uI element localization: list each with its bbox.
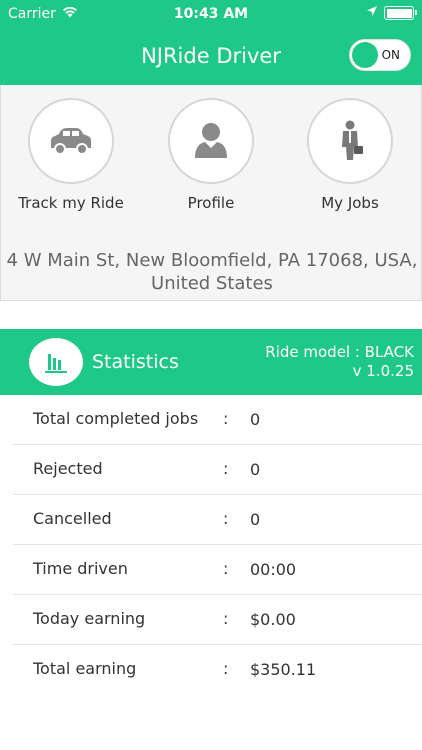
stat-label: Total earning xyxy=(33,659,137,678)
stat-row-today-earning: Today earning : $0.00 xyxy=(13,595,422,645)
nav-label-my-jobs: My Jobs xyxy=(321,194,379,212)
stat-value: $0.00 xyxy=(250,610,296,629)
ride-model-label: Ride model : BLACK xyxy=(265,343,414,361)
toggle-knob xyxy=(352,42,378,68)
stat-label: Today earning xyxy=(33,609,146,628)
nav-my-jobs[interactable]: My Jobs xyxy=(285,98,415,212)
stat-row-total-earning: Total earning : $350.11 xyxy=(13,645,422,695)
stat-separator: : xyxy=(223,659,229,678)
status-bar: Carrier 10:43 AM xyxy=(0,0,422,30)
stat-label: Time driven xyxy=(33,559,128,578)
stat-separator: : xyxy=(223,609,229,628)
online-toggle[interactable]: ON xyxy=(349,39,411,71)
bar-chart-icon xyxy=(29,338,83,386)
stat-row-rejected: Rejected : 0 xyxy=(13,445,422,495)
stat-separator: : xyxy=(223,509,229,528)
stat-separator: : xyxy=(223,559,229,578)
nav-profile[interactable]: Profile xyxy=(146,98,276,212)
stat-value: 00:00 xyxy=(250,560,297,579)
stat-row-cancelled: Cancelled : 0 xyxy=(13,495,422,545)
toggle-label: ON xyxy=(381,48,400,62)
current-address: 4 W Main St, New Bloomfield, PA 17068, U… xyxy=(6,250,418,294)
statistics-title: Statistics xyxy=(92,351,179,373)
ride-model-info: Ride model : BLACK v 1.0.25 xyxy=(265,343,414,381)
nav-label-profile: Profile xyxy=(187,194,235,212)
location-arrow-icon xyxy=(366,5,378,21)
stat-value: $350.11 xyxy=(250,660,317,679)
stat-separator: : xyxy=(223,409,229,428)
stat-label: Total completed jobs xyxy=(33,409,199,428)
top-panel: Track my Ride Profile My Jobs 4 W Main S… xyxy=(0,85,422,301)
stat-label: Cancelled xyxy=(33,509,112,528)
nav-label-track-my-ride: Track my Ride xyxy=(18,194,124,212)
stat-value: 0 xyxy=(250,460,261,479)
statistics-header: Statistics Ride model : BLACK v 1.0.25 xyxy=(0,329,422,395)
stat-separator: : xyxy=(223,459,229,478)
status-time: 10:43 AM xyxy=(173,6,249,22)
stat-value: 0 xyxy=(250,410,261,429)
nav-track-my-ride[interactable]: Track my Ride xyxy=(6,98,136,212)
briefcase-person-icon xyxy=(307,98,393,184)
stat-value: 0 xyxy=(250,510,261,529)
battery-icon xyxy=(384,6,417,20)
person-icon xyxy=(168,98,254,184)
status-right xyxy=(366,5,417,21)
car-icon xyxy=(28,98,114,184)
stat-row-total-completed-jobs: Total completed jobs : 0 xyxy=(13,395,422,445)
stat-label: Rejected xyxy=(33,459,103,478)
app-version: v 1.0.25 xyxy=(352,362,414,380)
app-header: Carrier 10:43 AM NJRide Driver ON xyxy=(0,0,422,85)
stat-row-time-driven: Time driven : 00:00 xyxy=(13,545,422,595)
